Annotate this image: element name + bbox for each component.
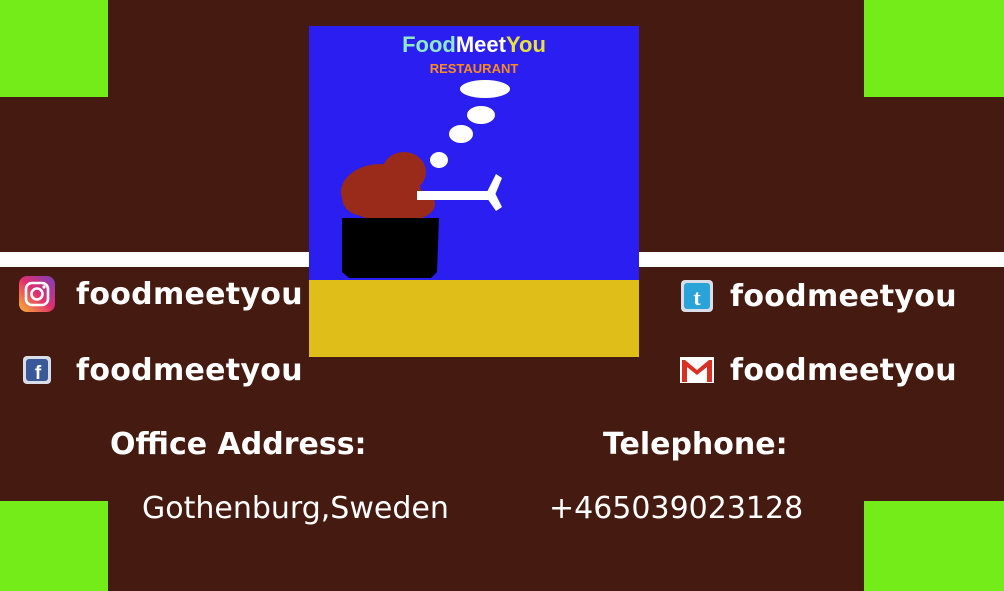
corner-accent-top-left [0,0,108,97]
cooking-pot [342,218,439,278]
facebook-contact[interactable]: f foodmeetyou [18,351,303,389]
logo-artwork: FoodMeetYou RESTAURANT [309,26,639,357]
twitter-handle: foodmeetyou [730,278,957,314]
logo-brand: FoodMeetYou [402,32,546,57]
facebook-handle: foodmeetyou [76,352,303,388]
steam-bubble [467,106,495,124]
steam-bubble [449,125,473,143]
instagram-handle: foodmeetyou [76,276,303,312]
telephone-value: +465039023128 [549,491,804,526]
gmail-icon [678,351,716,389]
svg-text:f: f [35,363,42,384]
corner-accent-bottom-right [864,501,1004,591]
gmail-contact[interactable]: foodmeetyou [678,351,957,389]
instagram-icon [18,275,56,313]
corner-accent-bottom-left [0,501,108,591]
gmail-handle: foodmeetyou [730,352,957,388]
steam-bubble [460,80,510,98]
logo-ground [309,280,639,357]
logo-subtitle: RESTAURANT [430,61,519,76]
facebook-icon: f [18,351,56,389]
steam-bubble [430,152,448,168]
restaurant-logo: FoodMeetYou RESTAURANT [309,26,639,357]
telephone-label: Telephone: [603,427,788,462]
twitter-contact[interactable]: t foodmeetyou [678,277,957,315]
office-address-value: Gothenburg,Sweden [142,491,449,526]
svg-text:t: t [693,285,701,310]
instagram-contact[interactable]: foodmeetyou [18,275,303,313]
twitter-icon: t [678,277,716,315]
office-address-label: Office Address: [110,427,367,462]
corner-accent-top-right [864,0,1004,97]
